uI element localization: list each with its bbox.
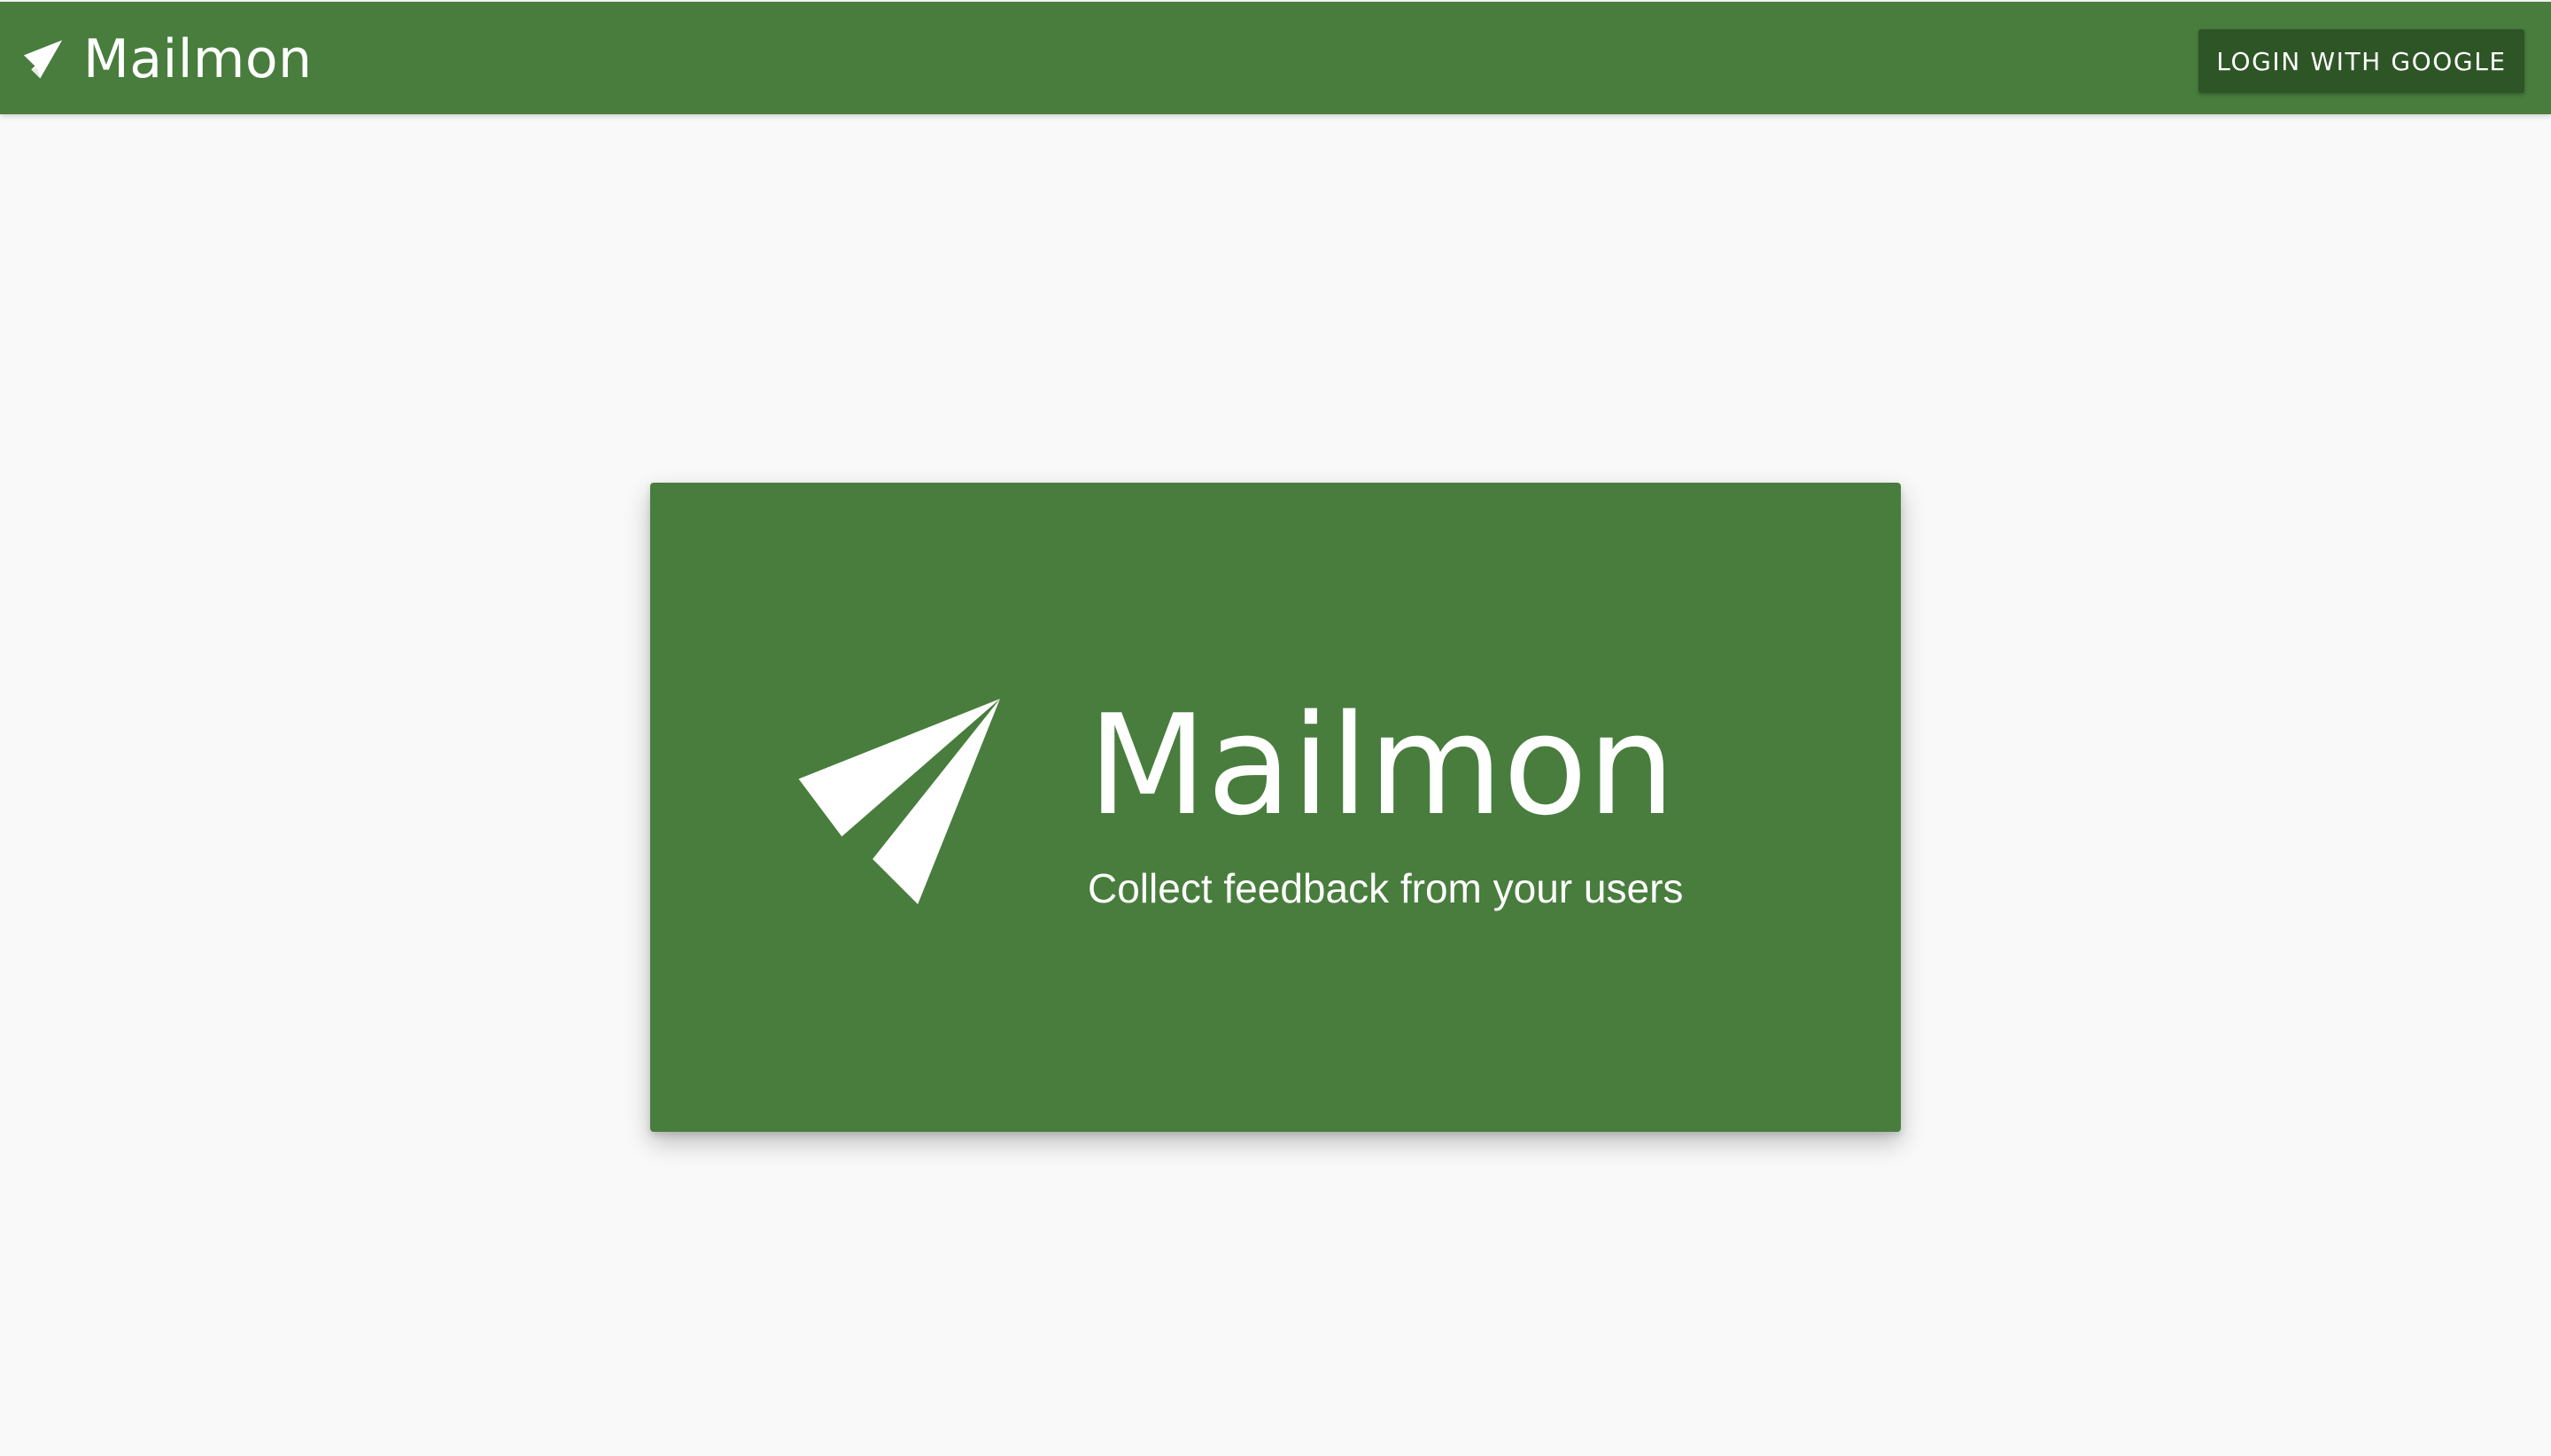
app-name: Mailmon	[83, 28, 313, 90]
login-with-google-button[interactable]: LOGIN WITH GOOGLE	[2198, 29, 2524, 93]
top-app-bar: Mailmon LOGIN WITH GOOGLE	[0, 0, 2551, 114]
paper-plane-icon	[798, 699, 1000, 904]
hero-card: Mailmon Collect feedback from your users	[650, 483, 1901, 1132]
hero-subtitle: Collect feedback from your users	[1088, 865, 1684, 911]
brand-home-link[interactable]: Mailmon	[23, 19, 313, 99]
paper-plane-icon	[23, 40, 63, 79]
hero-title: Mailmon	[1088, 685, 1676, 846]
